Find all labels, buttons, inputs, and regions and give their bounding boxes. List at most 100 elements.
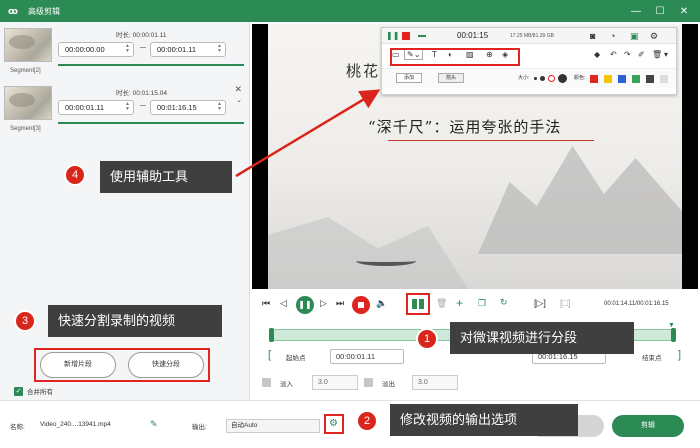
window-title: 高级剪辑 (28, 6, 60, 16)
maximize-icon[interactable]: ☐ (648, 6, 672, 17)
color-swatch-blue[interactable] (618, 75, 626, 83)
eraser-icon[interactable]: ◆ (594, 50, 600, 59)
close-icon[interactable]: ✕ (672, 6, 696, 17)
segment-label: Segment[2] (10, 68, 41, 74)
callout-2: 修改视频的输出选项 (390, 404, 578, 436)
color-swatch-green[interactable] (632, 75, 640, 83)
file-name: Video_240....13941.mp4 (40, 421, 111, 428)
chevron-down-icon[interactable]: ⌄ (236, 96, 242, 104)
annotation-toolbar: ❚❚ 00:01:15 17.25 MB/81.39 GB ◙ ◔ ▣ ⚙ ▭ … (381, 27, 677, 95)
copy-icon[interactable]: ❐ (478, 298, 486, 309)
pin-icon[interactable]: ▾ (664, 50, 668, 59)
skip-end-icon[interactable]: ⏭ (336, 298, 344, 309)
segment-end-input[interactable]: 00:01:16.15 ▲ ▼ (150, 100, 226, 115)
spinner-icon[interactable]: ▲ ▼ (125, 102, 130, 112)
fade-in-label: 淡入 (280, 381, 293, 388)
segment-item[interactable]: Segment[2] 时长: 00:00:01.11 00:00:00.00 ▲ ▼… (0, 24, 250, 78)
segment-start-input[interactable]: 00:00:01.11 ▲ ▼ (58, 100, 134, 115)
size-small[interactable] (534, 77, 537, 80)
callout-number-4: 4 (64, 164, 86, 186)
storage-info: 17.25 MB/81.39 GB (510, 33, 554, 39)
color-swatch-black[interactable] (646, 75, 654, 83)
crop-icon[interactable]: [□] (560, 298, 570, 308)
bottom-bar: 名称: Video_240....13941.mp4 ✎ 输出: 自动Auto … (0, 400, 700, 448)
fade-in-checkbox[interactable] (262, 378, 271, 387)
spinner-icon[interactable]: ▲ ▼ (217, 44, 222, 54)
undo-icon[interactable]: ↶ (610, 50, 617, 59)
segment-duration: 时长: 00:01:15.04 (116, 90, 167, 97)
segment-duration: 时长: 00:00:01.11 (116, 32, 167, 39)
volume-icon[interactable]: 🔈 (376, 298, 387, 309)
camera-icon[interactable]: ◙ (590, 31, 595, 41)
fade-row: 淡入 3.0 淡出 3.0 (262, 375, 562, 391)
redo-icon[interactable]: ↷ (624, 50, 631, 59)
recording-time: 00:01:15 (457, 31, 489, 40)
step-forward-icon[interactable]: ▷ (320, 298, 327, 309)
timeline-end-handle[interactable] (671, 328, 676, 342)
segment-thumbnail (4, 28, 52, 62)
skip-start-icon[interactable]: ⏮ (262, 298, 270, 309)
trim-icon[interactable]: [▷] (534, 298, 546, 309)
spinner-icon[interactable]: ▲ ▼ (217, 102, 222, 112)
minimize-icon[interactable]: — (624, 6, 648, 17)
pause-button[interactable]: ❚❚ (296, 296, 314, 314)
step-back-icon[interactable]: ◁ (280, 298, 287, 309)
timer-icon[interactable]: ◔ (610, 31, 615, 41)
fade-out-checkbox[interactable] (364, 378, 373, 387)
fade-in-input[interactable]: 3.0 (312, 375, 358, 390)
color-swatch-yellow[interactable] (604, 75, 612, 83)
merge-all-label: 合并所有 (27, 389, 53, 396)
delete-icon[interactable]: 🗑 (436, 298, 447, 309)
callout-3: 快速分割录制的视频 (48, 305, 222, 337)
name-label: 名称: (10, 424, 25, 431)
end-bracket-icon[interactable]: ] (678, 349, 681, 361)
reset-icon[interactable]: ↻ (500, 297, 508, 308)
delete-icon[interactable]: 🗑 (652, 50, 662, 59)
callout-4: 使用辅助工具 (100, 161, 232, 193)
segment-progress-bar (58, 64, 244, 66)
segment-start-input[interactable]: 00:00:00.00 ▲ ▼ (58, 42, 134, 57)
size-label: 大小: (518, 75, 530, 81)
minimize-icon[interactable] (418, 35, 426, 37)
spinner-icon[interactable]: ▲ ▼ (125, 44, 130, 54)
callout-number-1: 1 (416, 328, 438, 350)
highlight-frame (390, 48, 520, 66)
close-icon[interactable]: ✕ (234, 84, 242, 95)
slide-underline (388, 140, 594, 141)
tab-shape[interactable]: 箭头 (438, 73, 464, 83)
merge-all-checkbox[interactable]: ✓ (14, 386, 23, 396)
segment-progress-bar (58, 122, 244, 124)
output-select[interactable]: 自动Auto (226, 419, 320, 433)
highlight-frame (406, 293, 430, 315)
color-label: 颜色: (574, 75, 586, 81)
highlight-frame (34, 348, 210, 382)
fade-out-input[interactable]: 3.0 (412, 375, 458, 390)
edit-name-icon[interactable]: ✎ (150, 419, 158, 430)
export-button[interactable]: 剪辑 (612, 415, 684, 437)
playhead-icon[interactable]: ▼ (668, 322, 675, 329)
start-time-input[interactable]: 00:00:01.11 (330, 349, 404, 364)
segment-end-input[interactable]: 00:00:01.11 ▲ ▼ (150, 42, 226, 57)
size-large[interactable] (548, 75, 555, 82)
callout-1: 对微课视频进行分段 (450, 322, 634, 354)
tab-add[interactable]: 添加 (396, 73, 422, 83)
add-icon[interactable]: + (456, 296, 463, 310)
color-swatch-red[interactable] (590, 75, 598, 83)
stop-icon[interactable] (402, 32, 410, 40)
slide-subtitle: “深千尺”：运用夸张的手法 (368, 118, 562, 136)
end-point-label: 结束点 (642, 355, 662, 362)
color-swatch-gray[interactable] (660, 75, 668, 83)
clear-icon[interactable]: ✐ (638, 50, 645, 59)
app-logo-icon: ꝏ (8, 6, 18, 16)
timeline-start-handle[interactable] (269, 328, 274, 342)
start-bracket-icon[interactable]: [ (268, 349, 271, 361)
webcam-icon[interactable]: ▣ (630, 31, 639, 42)
pause-icon[interactable]: ❚❚ (386, 31, 399, 40)
record-button[interactable] (352, 296, 370, 314)
gear-icon[interactable]: ⚙ (650, 31, 658, 42)
segment-label: Segment[3] (10, 126, 41, 132)
size-medium[interactable] (540, 76, 545, 81)
merge-all-row[interactable]: ✓ 合并所有 (14, 386, 53, 396)
segment-item[interactable]: Segment[3] 时长: 00:01:15.04 ✕ ⌄ 00:00:01.… (0, 82, 250, 136)
size-xlarge[interactable] (558, 74, 567, 83)
